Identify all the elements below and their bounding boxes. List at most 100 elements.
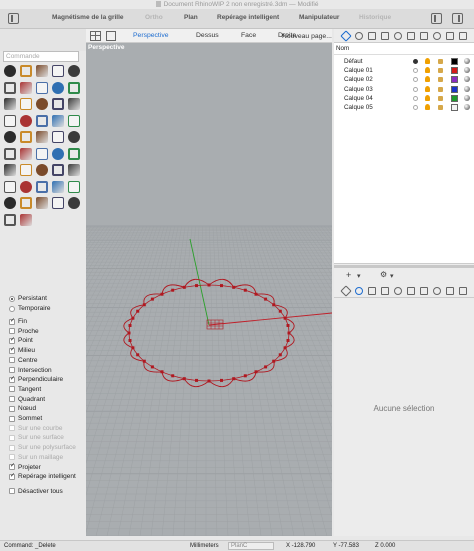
rectangle-icon[interactable]	[4, 114, 16, 127]
osnap-checkbox[interactable]	[9, 328, 15, 335]
osnap-item[interactable]: Proche	[9, 327, 39, 336]
polyline-icon[interactable]	[36, 81, 48, 94]
grid-icon[interactable]	[20, 213, 32, 226]
toggle-history[interactable]: Historique	[359, 14, 391, 21]
add-layer-icon[interactable]: +	[346, 270, 351, 280]
revolve-icon[interactable]	[68, 114, 80, 127]
current-layer-radio[interactable]	[413, 68, 418, 74]
osnap-item[interactable]: Projeter	[9, 462, 41, 472]
toggle-smart-track[interactable]: Repérage intelligent	[217, 14, 279, 21]
osnap-checkbox[interactable]	[9, 454, 15, 461]
line-icon[interactable]	[20, 81, 32, 94]
cylinder-icon[interactable]	[68, 98, 80, 110]
osnap-item[interactable]: Centre	[9, 356, 38, 365]
current-layer-radio[interactable]	[413, 95, 418, 101]
globe-icon[interactable]	[36, 197, 48, 209]
material-icon[interactable]	[464, 104, 470, 110]
environment-icon-2[interactable]	[420, 287, 428, 295]
lock-icon[interactable]	[438, 59, 443, 64]
bulb-icon[interactable]	[425, 67, 430, 74]
osnap-checkbox[interactable]	[9, 317, 15, 325]
polygon-icon[interactable]	[20, 114, 32, 127]
osnap-checkbox[interactable]	[9, 357, 15, 364]
layer-row[interactable]: Défaut	[334, 57, 474, 66]
material-icon[interactable]	[464, 94, 470, 101]
toggle-grid-snap[interactable]: Magnétisme de la grille	[52, 14, 124, 21]
box-icon[interactable]	[36, 98, 48, 110]
object-icon[interactable]	[368, 32, 376, 40]
group-icon[interactable]	[20, 131, 32, 143]
disable-all-snaps[interactable]: Désactiver tous	[9, 487, 63, 496]
fillet-icon[interactable]	[52, 131, 64, 143]
toggle-gumball[interactable]: Manipulateur	[299, 14, 339, 21]
explode-icon[interactable]	[20, 147, 32, 160]
bulb-icon[interactable]	[425, 58, 430, 64]
environment-icon[interactable]	[420, 32, 428, 40]
sun-icon[interactable]	[433, 32, 441, 40]
zoom-icon[interactable]	[52, 197, 64, 209]
layer-icon[interactable]	[36, 147, 48, 160]
layers-icon-2[interactable]	[340, 285, 352, 297]
surface-icon[interactable]	[36, 114, 48, 127]
layer-row[interactable]: Calque 01	[334, 66, 474, 75]
hatch-icon[interactable]	[52, 180, 64, 193]
bulb-icon[interactable]	[425, 76, 430, 83]
eye-icon[interactable]	[4, 81, 16, 94]
osnap-item[interactable]: Milieu	[9, 346, 35, 355]
camera-icon-2[interactable]	[381, 287, 389, 295]
single-view-icon[interactable]	[106, 31, 116, 41]
radio-button[interactable]	[9, 305, 15, 312]
current-layer-radio[interactable]	[413, 105, 418, 110]
osnap-mode-1[interactable]: Temporaire	[9, 304, 51, 313]
current-layer-radio[interactable]	[413, 86, 418, 92]
chevron-down-icon[interactable]: ▾	[390, 272, 394, 280]
lock-icon[interactable]	[438, 105, 443, 110]
lock-icon[interactable]	[438, 86, 443, 92]
render-icon[interactable]	[394, 32, 402, 40]
osnap-item[interactable]: Tangent	[9, 385, 41, 394]
text-icon[interactable]	[68, 147, 80, 160]
lock-icon[interactable]	[438, 77, 443, 83]
dropdown-icon[interactable]: ▾	[357, 272, 361, 280]
osnap-item[interactable]: Perpendiculaire	[9, 375, 63, 384]
radio-button[interactable]	[9, 295, 15, 302]
sphere-icon[interactable]	[52, 98, 64, 110]
layer-row[interactable]: Calque 02	[334, 75, 474, 84]
osnap-checkbox[interactable]	[9, 462, 15, 470]
bulb-icon[interactable]	[425, 94, 430, 101]
osnap-item[interactable]: Nœud	[9, 404, 36, 413]
trim-icon[interactable]	[68, 131, 80, 143]
lock-icon[interactable]	[438, 95, 443, 101]
layer-color-swatch[interactable]	[451, 104, 458, 111]
osnap-checkbox[interactable]	[9, 425, 15, 432]
named-views-icon-2[interactable]	[446, 287, 454, 295]
bulb-icon[interactable]	[425, 104, 430, 110]
tab-front[interactable]: Face	[241, 32, 256, 39]
block-icon[interactable]	[4, 197, 16, 209]
camera-icon[interactable]	[68, 197, 80, 209]
check-icon[interactable]	[4, 180, 16, 193]
help-icon-2[interactable]	[459, 287, 467, 295]
current-layer-radio[interactable]	[413, 59, 418, 64]
lock-icon[interactable]	[438, 68, 443, 74]
layer-row[interactable]: Calque 04	[334, 94, 474, 103]
properties-icon[interactable]	[355, 32, 363, 40]
layer-color-swatch[interactable]	[451, 58, 458, 65]
osnap-checkbox[interactable]	[9, 375, 15, 383]
rotate-icon[interactable]	[68, 81, 80, 94]
arc-icon[interactable]	[52, 81, 64, 94]
mirror-icon[interactable]	[52, 164, 64, 176]
materials-icon-2[interactable]	[407, 287, 415, 295]
help-icon[interactable]	[459, 32, 467, 40]
gear-icon[interactable]: ⚙	[380, 270, 387, 279]
curve-pts-icon[interactable]	[52, 65, 64, 77]
bulb-icon[interactable]	[425, 85, 430, 92]
command-search-input[interactable]: Commande	[3, 51, 79, 62]
material-icon[interactable]	[464, 85, 470, 92]
layer-row[interactable]: Calque 03	[334, 85, 474, 94]
render-icon-2[interactable]	[394, 287, 402, 295]
ellipse-icon[interactable]	[20, 98, 32, 110]
osnap-checkbox[interactable]	[9, 367, 15, 373]
material-icon[interactable]	[464, 67, 470, 74]
osnap-item[interactable]: Point	[9, 336, 33, 345]
